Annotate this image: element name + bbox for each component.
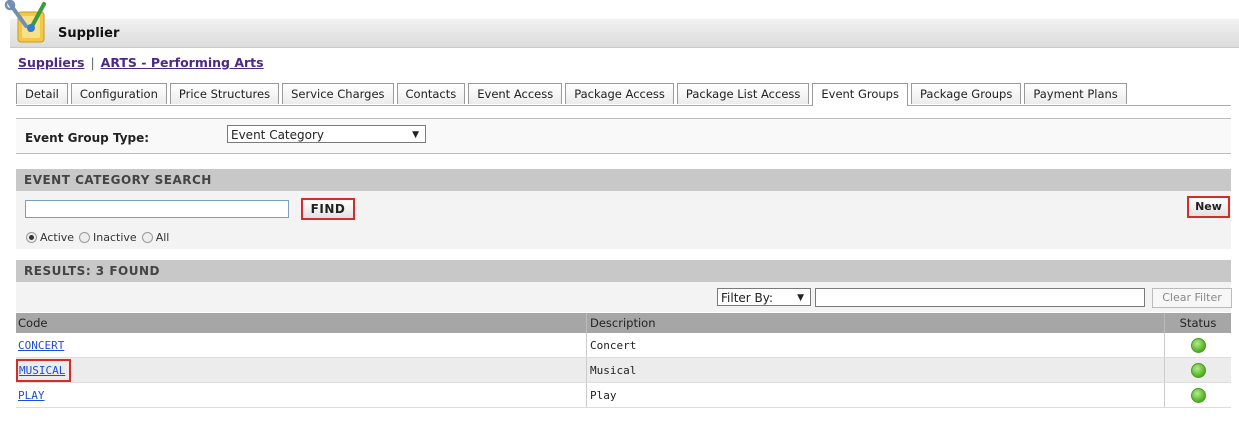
tab-event-groups[interactable]: Event Groups: [812, 83, 908, 106]
status-active-icon: [1190, 337, 1206, 353]
breadcrumb-separator: |: [90, 55, 95, 70]
status-active-icon: [1190, 362, 1206, 378]
tab-event-access[interactable]: Event Access: [468, 83, 563, 104]
tab-service-charges[interactable]: Service Charges: [282, 83, 394, 104]
page-title: Supplier: [58, 26, 120, 41]
tab-detail[interactable]: Detail: [16, 83, 68, 104]
radio-checked-icon: [26, 232, 37, 243]
description-cell: Musical: [586, 358, 1164, 382]
table-row: CONCERT Concert: [16, 333, 1231, 358]
dropdown-arrow-icon: ▼: [797, 293, 804, 303]
code-link-concert[interactable]: CONCERT: [18, 339, 64, 352]
tab-package-list-access[interactable]: Package List Access: [676, 83, 810, 104]
code-cell: PLAY: [16, 383, 586, 407]
tab-package-access[interactable]: Package Access: [565, 83, 674, 104]
code-cell: MUSICAL: [16, 358, 586, 382]
new-button[interactable]: New: [1187, 196, 1230, 218]
app-header: Supplier: [0, 0, 1239, 48]
breadcrumb-suppliers-link[interactable]: Suppliers: [18, 55, 84, 70]
description-text: Musical: [590, 363, 637, 377]
breadcrumb-current-link[interactable]: ARTS - Performing Arts: [101, 55, 264, 70]
status-cell: [1164, 333, 1231, 357]
description-cell: Play: [586, 383, 1164, 407]
radio-unchecked-icon: [79, 232, 91, 243]
event-group-type-select[interactable]: Event Category ▼: [227, 125, 426, 143]
search-section-header: EVENT CATEGORY SEARCH: [16, 169, 1231, 191]
radio-active-label: Active: [40, 231, 75, 244]
tab-contacts[interactable]: Contacts: [396, 83, 466, 104]
results-table: Code Description Status CONCERT Concert …: [16, 313, 1231, 408]
filter-bar: Filter By: ▼ Clear Filter: [16, 282, 1232, 312]
results-section-header: RESULTS: 3 FOUND: [16, 260, 1231, 282]
event-group-type-label: Event Group Type:: [25, 131, 150, 145]
search-input[interactable]: [25, 200, 289, 218]
tab-payment-plans[interactable]: Payment Plans: [1024, 83, 1127, 104]
dropdown-arrow-icon: ▼: [412, 130, 419, 140]
breadcrumb: Suppliers | ARTS - Performing Arts: [18, 55, 264, 70]
radio-active[interactable]: Active: [26, 231, 74, 244]
column-header-code: Code: [18, 316, 48, 330]
radio-inactive[interactable]: Inactive: [79, 231, 137, 244]
table-row: PLAY Play: [16, 383, 1231, 408]
code-link-musical[interactable]: MUSICAL: [16, 358, 72, 382]
supplier-tools-icon: [4, 0, 46, 43]
filter-by-label: Filter By:: [721, 291, 774, 305]
search-panel: FIND New Active Inactive All: [16, 191, 1231, 249]
filter-by-select[interactable]: Filter By: ▼: [717, 288, 811, 306]
description-cell: Concert: [586, 333, 1164, 357]
status-radio-group: Active Inactive All: [26, 231, 169, 244]
event-group-type-value: Event Category: [231, 128, 325, 142]
table-header-row: Code Description Status: [16, 313, 1231, 333]
radio-inactive-label: Inactive: [93, 231, 137, 244]
column-header-description: Description: [586, 313, 1164, 333]
status-cell: [1164, 358, 1231, 382]
tab-price-structures[interactable]: Price Structures: [169, 83, 280, 104]
tab-configuration[interactable]: Configuration: [70, 83, 167, 104]
clear-filter-button[interactable]: Clear Filter: [1152, 288, 1232, 308]
find-button[interactable]: FIND: [301, 198, 355, 220]
status-cell: [1164, 383, 1231, 407]
column-header-status: Status: [1164, 313, 1231, 333]
header-bar: [10, 19, 1239, 48]
description-text: Play: [590, 388, 617, 402]
radio-unchecked-icon: [141, 232, 153, 243]
radio-all[interactable]: All: [141, 231, 170, 244]
tab-bar: Detail Configuration Price Structures Se…: [16, 83, 1231, 106]
filter-input[interactable]: [815, 288, 1145, 307]
radio-all-label: All: [155, 231, 170, 244]
description-text: Concert: [590, 338, 637, 352]
code-link-play[interactable]: PLAY: [18, 389, 45, 402]
status-active-icon: [1190, 387, 1206, 403]
table-row: MUSICAL Musical: [16, 358, 1231, 383]
tab-package-groups[interactable]: Package Groups: [910, 83, 1022, 104]
event-group-type-section: Event Group Type: Event Category ▼: [16, 118, 1231, 154]
code-cell: CONCERT: [16, 333, 586, 357]
